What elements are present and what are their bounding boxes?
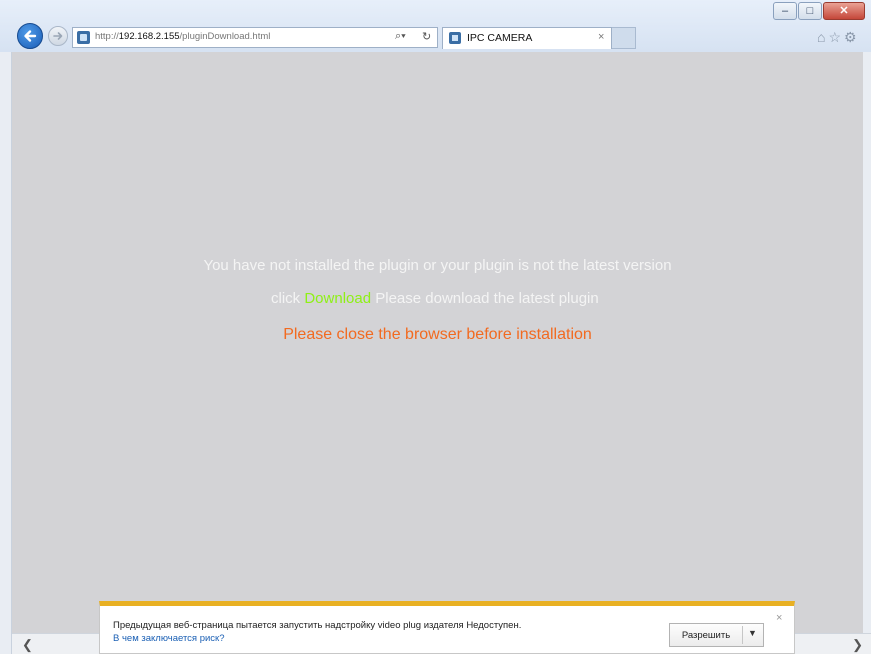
gear-icon[interactable]: ⚙	[844, 30, 857, 44]
window-controls: – □ ✕	[772, 2, 865, 20]
plugin-status-message: You have not installed the plugin or you…	[203, 257, 672, 274]
refresh-icon[interactable]: ↻	[422, 30, 431, 43]
tab-favicon	[449, 32, 461, 44]
minimize-icon: –	[781, 5, 789, 17]
page-content: You have not installed the plugin or you…	[12, 52, 863, 633]
back-button[interactable]	[17, 23, 43, 49]
url-host: 192.168.2.155	[118, 31, 180, 42]
search-icon[interactable]: ⌕▾	[395, 30, 406, 43]
download-link[interactable]: Download	[304, 290, 371, 307]
url-text[interactable]: http://192.168.2.155/pluginDownload.html	[95, 31, 270, 42]
url-prefix: http://	[95, 31, 119, 42]
tab-close-icon[interactable]: ×	[598, 31, 604, 43]
tab-ipc-camera[interactable]: IPC CAMERA ×	[442, 27, 612, 49]
new-tab-button[interactable]	[612, 27, 636, 49]
notification-message: Предыдущая веб-страница пытается запусти…	[113, 620, 522, 631]
forward-icon	[53, 32, 63, 40]
home-icon[interactable]: ⌂	[817, 30, 825, 44]
allow-button-label: Разрешить	[681, 630, 731, 641]
minimize-button[interactable]: –	[773, 2, 797, 20]
close-window-button[interactable]: ✕	[823, 2, 865, 20]
close-icon: ✕	[839, 5, 849, 17]
allow-button[interactable]: Разрешить ▼	[669, 623, 764, 647]
allow-button-divider	[742, 626, 743, 644]
right-frame	[863, 52, 871, 633]
close-browser-warning: Please close the browser before installa…	[283, 326, 592, 343]
chevron-down-icon[interactable]: ▼	[748, 628, 757, 638]
page-favicon	[77, 31, 90, 44]
download-instruction-text: Please download the latest plugin	[375, 290, 599, 307]
back-icon	[24, 30, 37, 42]
maximize-icon: □	[806, 5, 814, 17]
notification-bar: Предыдущая веб-страница пытается запусти…	[99, 601, 795, 654]
forward-button[interactable]	[48, 26, 68, 46]
notification-close-icon[interactable]: ×	[776, 612, 782, 624]
toolbar-icons: ⌂ ☆ ⚙	[814, 30, 857, 44]
scroll-right-arrow-icon[interactable]: ❯	[852, 637, 863, 653]
scroll-left-arrow-icon[interactable]: ❮	[22, 637, 33, 653]
left-frame	[0, 52, 12, 654]
title-bar: – □ ✕ http://192.168.2.155/pluginDownloa…	[0, 0, 871, 53]
tab-title: IPC CAMERA	[467, 32, 533, 44]
download-instruction: click Download Please download the lates…	[271, 290, 599, 307]
browser-window: – □ ✕ http://192.168.2.155/pluginDownloa…	[0, 0, 871, 654]
maximize-button[interactable]: □	[798, 2, 822, 20]
address-bar[interactable]: http://192.168.2.155/pluginDownload.html…	[72, 27, 438, 48]
favorites-star-icon[interactable]: ☆	[828, 30, 841, 44]
click-label: click	[271, 290, 301, 307]
url-path: /pluginDownload.html	[179, 31, 271, 42]
risk-link[interactable]: В чем заключается риск?	[113, 633, 225, 644]
